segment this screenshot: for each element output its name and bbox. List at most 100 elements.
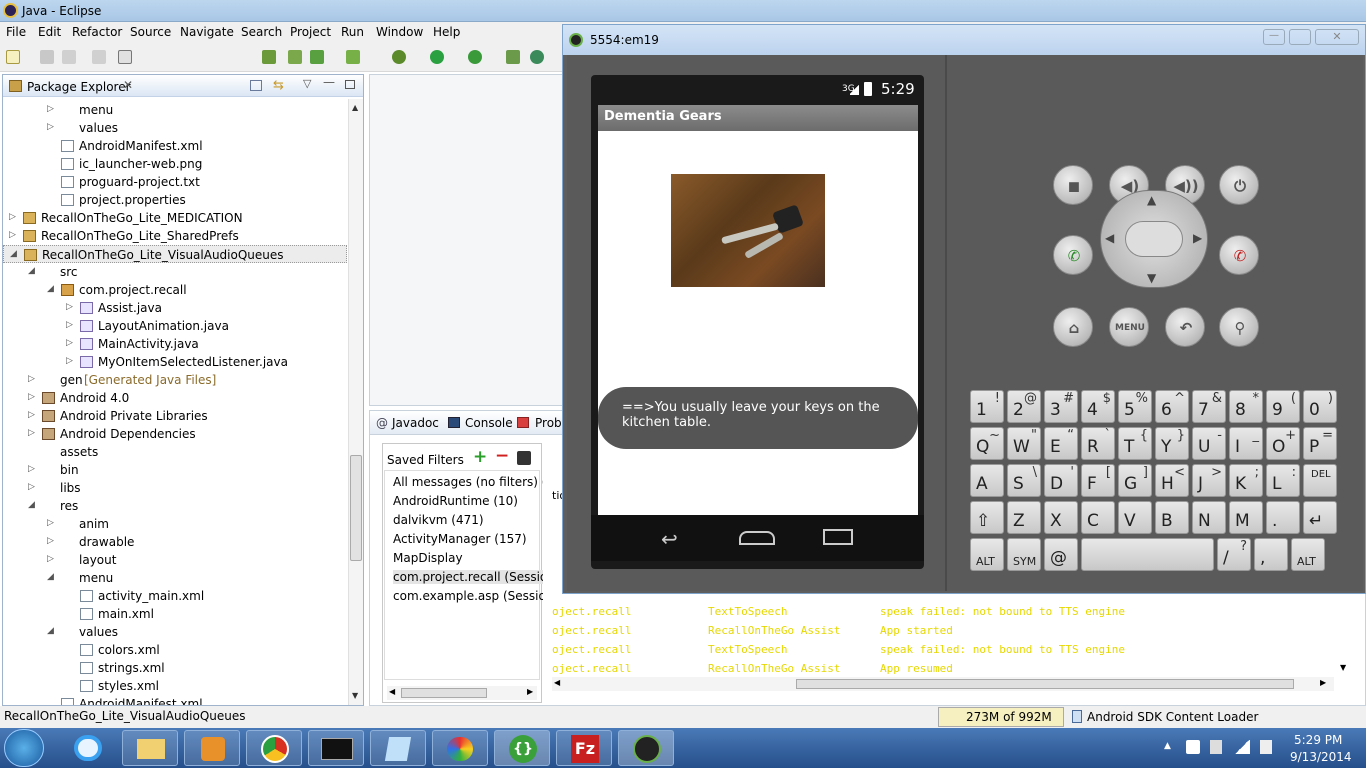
collapsed-twisty-icon[interactable]: ▷: [28, 392, 35, 402]
filter-item[interactable]: com.project.recall (Session I: [393, 570, 543, 584]
menu-project[interactable]: Project: [290, 25, 331, 39]
tree-item[interactable]: ▷ values: [3, 119, 347, 137]
key-↵[interactable]: ↵: [1303, 501, 1337, 534]
close-button[interactable]: ✕: [1315, 29, 1359, 45]
key-space[interactable]: [1081, 538, 1214, 571]
avd-manager-icon[interactable]: [288, 50, 302, 64]
filter-item[interactable]: MapDisplay: [393, 551, 543, 565]
key-s[interactable]: S \: [1007, 464, 1041, 497]
save-all-icon[interactable]: [62, 50, 76, 64]
android-sdk-manager-icon[interactable]: [262, 50, 276, 64]
power-button[interactable]: ⏻: [1219, 165, 1259, 205]
new-icon[interactable]: [6, 50, 20, 64]
menu-window[interactable]: Window: [376, 25, 423, 39]
internet-explorer-icon[interactable]: [74, 735, 102, 761]
key-o[interactable]: O +: [1266, 427, 1300, 460]
maximize-button[interactable]: [1289, 29, 1311, 45]
close-icon[interactable]: ✕: [123, 78, 133, 92]
run-icon[interactable]: [430, 50, 444, 64]
collapsed-twisty-icon[interactable]: ▷: [66, 302, 73, 312]
key-2[interactable]: 2 @: [1007, 390, 1041, 423]
tree-item[interactable]: ▷ layout: [3, 551, 347, 569]
dpad-left-icon[interactable]: ◀: [1105, 231, 1114, 245]
tree-item[interactable]: ▷ LayoutAnimation.java: [3, 317, 347, 335]
expanded-twisty-icon[interactable]: ◢: [28, 266, 35, 276]
key-u[interactable]: U-: [1192, 427, 1226, 460]
key-.[interactable]: .: [1266, 501, 1300, 534]
notepad-task[interactable]: [370, 730, 426, 766]
call-button[interactable]: ✆: [1053, 235, 1093, 275]
key-i[interactable]: I _: [1229, 427, 1263, 460]
package-explorer-title[interactable]: Package Explorer: [27, 80, 131, 94]
key-@[interactable]: @: [1044, 538, 1078, 571]
tab-problems[interactable]: Prob: [535, 416, 562, 430]
media-player-task[interactable]: [184, 730, 240, 766]
scroll-right-icon[interactable]: ▶: [1320, 678, 1326, 687]
sdk-icon[interactable]: [118, 50, 132, 64]
tree-item[interactable]: AndroidManifest.xml: [3, 695, 347, 705]
filters-hscrollbar[interactable]: ◀ ▶: [387, 686, 537, 700]
end-call-button[interactable]: ✆: [1219, 235, 1259, 275]
menu-search[interactable]: Search: [241, 25, 282, 39]
expanded-twisty-icon[interactable]: ◢: [47, 284, 54, 294]
home-nav-icon[interactable]: [739, 531, 775, 545]
filter-item[interactable]: ActivityManager (157): [393, 532, 543, 546]
tree-item[interactable]: assets: [3, 443, 347, 461]
key-f[interactable]: F[: [1081, 464, 1115, 497]
key-e[interactable]: E “: [1044, 427, 1078, 460]
collapsed-twisty-icon[interactable]: ▷: [66, 356, 73, 366]
key-b[interactable]: B: [1155, 501, 1189, 534]
key-k[interactable]: K;: [1229, 464, 1263, 497]
menu-edit[interactable]: Edit: [38, 25, 61, 39]
tree-item[interactable]: ▷ MainActivity.java: [3, 335, 347, 353]
tree-item[interactable]: ▷ libs: [3, 479, 347, 497]
scroll-thumb[interactable]: [350, 455, 362, 561]
paint-task[interactable]: [432, 730, 488, 766]
expanded-twisty-icon[interactable]: ◢: [28, 500, 35, 510]
collapsed-twisty-icon[interactable]: ▷: [28, 374, 35, 384]
key-p[interactable]: P =: [1303, 427, 1337, 460]
key-6[interactable]: 6 ^: [1155, 390, 1189, 423]
key-m[interactable]: M: [1229, 501, 1263, 534]
explorer-task[interactable]: [122, 730, 178, 766]
volume-icon[interactable]: [1260, 740, 1272, 754]
show-hidden-icons[interactable]: ▲: [1164, 741, 1171, 751]
key-9[interactable]: 9(: [1266, 390, 1300, 423]
key-h[interactable]: H <: [1155, 464, 1189, 497]
filter-item[interactable]: AndroidRuntime (10): [393, 494, 543, 508]
key-z[interactable]: Z: [1007, 501, 1041, 534]
key-q[interactable]: Q ~: [970, 427, 1004, 460]
key-j[interactable]: J >: [1192, 464, 1226, 497]
tree-item[interactable]: ▷ gen [Generated Java Files]: [3, 371, 347, 389]
tree-item[interactable]: main.xml: [3, 605, 347, 623]
collapse-all-icon[interactable]: [250, 80, 262, 91]
filter-item[interactable]: com.example.asp (Session F: [393, 589, 543, 603]
key-r[interactable]: R `: [1081, 427, 1115, 460]
dpad-up-icon[interactable]: ▲: [1147, 193, 1156, 207]
edit-filter-icon[interactable]: [517, 451, 531, 465]
menu-source[interactable]: Source: [130, 25, 171, 39]
tree-item[interactable]: ▷ Android Private Libraries: [3, 407, 347, 425]
tree-item[interactable]: ◢ values: [3, 623, 347, 641]
scroll-down-icon[interactable]: ▼: [352, 691, 358, 700]
key-d[interactable]: D ': [1044, 464, 1078, 497]
tree-item[interactable]: ▷ RecallOnTheGo_Lite_MEDICATION: [3, 209, 347, 227]
dpad[interactable]: ▲ ▼ ◀ ▶: [1100, 190, 1208, 288]
collapsed-twisty-icon[interactable]: ▷: [47, 554, 54, 564]
network-icon[interactable]: [1234, 740, 1250, 754]
tree-item[interactable]: ◢ RecallOnTheGo_Lite_VisualAudioQueues: [3, 245, 347, 263]
tree-item[interactable]: ▷ Assist.java: [3, 299, 347, 317]
key-3[interactable]: 3 #: [1044, 390, 1078, 423]
eclipse-task[interactable]: {}: [494, 730, 550, 766]
collapsed-twisty-icon[interactable]: ▷: [28, 482, 35, 492]
menu-run[interactable]: Run: [341, 25, 364, 39]
save-icon[interactable]: [40, 50, 54, 64]
key-t[interactable]: T{: [1118, 427, 1152, 460]
key-w[interactable]: W ": [1007, 427, 1041, 460]
power-icon[interactable]: [1210, 740, 1222, 754]
dpad-right-icon[interactable]: ▶: [1193, 231, 1202, 245]
device-screen[interactable]: Dementia Gears ==>You usually leave your…: [598, 105, 918, 515]
open-type-icon[interactable]: [530, 50, 544, 64]
dpad-center[interactable]: [1125, 221, 1183, 257]
home-button[interactable]: ⌂: [1053, 307, 1093, 347]
